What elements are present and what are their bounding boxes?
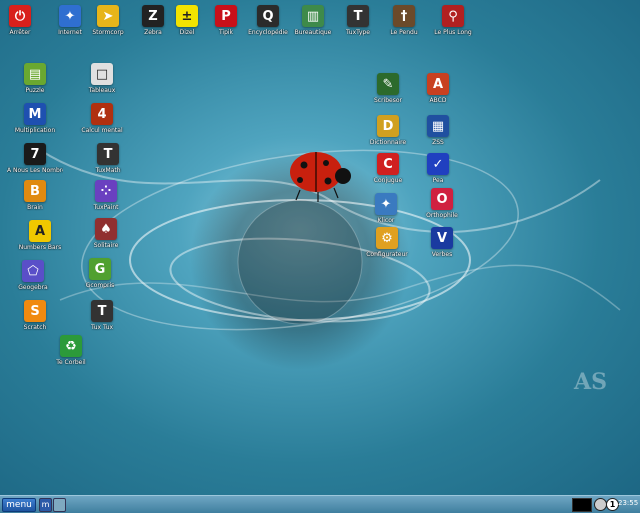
desktop-icon-calcul-mental[interactable]: 4 Calcul mental (74, 103, 130, 134)
desktop-icon-klicor[interactable]: ✦ Klicor (358, 193, 414, 224)
icon-label: Calcul mental (81, 127, 123, 134)
desktop-icon-solitaire[interactable]: ♠ Solitaire (78, 218, 134, 249)
icon-label: ABCD (429, 97, 447, 104)
watermark-logo: AS (574, 369, 607, 395)
geogebra-icon: ⬠ (22, 260, 44, 282)
icon-label: Le Pendu (390, 29, 418, 36)
desktop-icon-pea[interactable]: ✓ Pea (410, 153, 466, 184)
icon-label: Scratch (23, 324, 47, 331)
menu-button[interactable]: menu (2, 498, 36, 512)
show-desktop-button[interactable] (53, 498, 66, 512)
m-icon: M (24, 103, 46, 125)
penguin-icon: T (347, 5, 369, 27)
desktop-icon-arr-ter[interactable]: ⏻ Arrêter (0, 5, 48, 36)
key-icon: ⚲ (442, 5, 464, 27)
desktop-icon-le-pendu[interactable]: † Le Pendu (376, 5, 432, 36)
desktop-icon-dictionnaire[interactable]: D Dictionnaire (360, 115, 416, 146)
fish-icon: ➤ (97, 5, 119, 27)
recycle-icon: ♻ (60, 335, 82, 357)
numbers-icon: 7 (24, 143, 46, 165)
hangman-icon: † (393, 5, 415, 27)
desktop-icon-orthophile[interactable]: O Orthophile (414, 188, 470, 219)
puzzle-icon: ▤ (24, 63, 46, 85)
desktop-icon-tableaux[interactable]: □ Tableaux (74, 63, 130, 94)
penguin-math-icon: T (97, 143, 119, 165)
icon-label: TuxMath (95, 167, 121, 174)
icon-label: Multiplication (14, 127, 56, 134)
cat-icon: S (24, 300, 46, 322)
desktop-icon-gcompris[interactable]: G Gcompris (72, 258, 128, 289)
taskbar: menu m 1 23:55 (0, 495, 640, 513)
desktop-icon-geogebra[interactable]: ⬠ Geogebra (5, 260, 61, 291)
icon-label: Dictionnaire (369, 139, 407, 146)
desktop-icon-le-plus-long[interactable]: ⚲ Le Plus Long (425, 5, 481, 36)
icon-label: Te Corbeil (56, 359, 86, 366)
icon-label: Orthophile (426, 212, 458, 219)
desktop-icon-tuxmath[interactable]: T TuxMath (80, 143, 136, 174)
config-icon: ⚙ (376, 227, 398, 249)
icon-label: Pea (432, 177, 444, 184)
desktop-icon-abcd[interactable]: A ABCD (410, 73, 466, 104)
icon-label: Tableaux (88, 87, 116, 94)
icon-label: Verbes (431, 251, 453, 258)
p-icon: P (215, 5, 237, 27)
icon-label: A Nous Les Nombres (7, 167, 63, 174)
desktop-icon-te-corbeil[interactable]: ♻ Te Corbeil (43, 335, 99, 366)
icon-label: ZSS (432, 139, 444, 146)
icon-label: Tux Tux (90, 324, 114, 331)
icon-label: Brain (27, 204, 43, 211)
gcompris-icon: G (89, 258, 111, 280)
desktop-icon-numbers-bars[interactable]: A Numbers Bars (12, 220, 68, 251)
board-icon: ✎ (377, 73, 399, 95)
desktop-icon-brain[interactable]: B Brain (7, 180, 63, 211)
conjugate-icon: C (377, 153, 399, 175)
desktop-icon-scratch[interactable]: S Scratch (7, 300, 63, 331)
power-icon: ⏻ (9, 5, 31, 27)
calc-icon: 4 (91, 103, 113, 125)
icon-label: Klicor (377, 217, 395, 224)
icon-label: Arrêter (9, 29, 31, 36)
dots-icon: ⁘ (95, 180, 117, 202)
dictionary-icon: D (377, 115, 399, 137)
icon-label: Configurateur (366, 251, 408, 258)
desktop-icon-multiplication[interactable]: M Multiplication (7, 103, 63, 134)
icon-label: Scribesor (373, 97, 402, 104)
books-icon: ▥ (302, 5, 324, 27)
encyclopedia-icon: Q (257, 5, 279, 27)
desktop-icon-scribesor[interactable]: ✎ Scribesor (360, 73, 416, 104)
desktop-icon-configurateur[interactable]: ⚙ Configurateur (359, 227, 415, 258)
desktop-icon-tux-tux[interactable]: T Tux Tux (74, 300, 130, 331)
lamp-icon: ✦ (375, 193, 397, 215)
task-button[interactable]: m (39, 498, 52, 512)
bars-icon: A (29, 220, 51, 242)
icon-label: TuxPaint (93, 204, 119, 211)
icon-label: Le Plus Long (434, 29, 472, 36)
grid-icon: ▦ (427, 115, 449, 137)
icon-label: Solitaire (93, 242, 119, 249)
desktop-icon-conjugue[interactable]: C Conjugue (360, 153, 416, 184)
icon-label: Conjugue (373, 177, 403, 184)
icon-label: Puzzle (25, 87, 45, 94)
icon-label: Gcompris (85, 282, 115, 289)
tiles-icon: □ (91, 63, 113, 85)
desktop-icon-zss[interactable]: ▦ ZSS (410, 115, 466, 146)
pencil-icon: ✓ (427, 153, 449, 175)
desktop-icon-a-nous-les-nombres[interactable]: 7 A Nous Les Nombres (7, 143, 63, 174)
desktop-icon-tuxpaint[interactable]: ⁘ TuxPaint (78, 180, 134, 211)
desktop: AS ⏻ Arrêter ✦ Internet ➤ Stormcorp Z Zebra ± Diz… (0, 0, 640, 495)
globe-icon: ✦ (59, 5, 81, 27)
desktop-icon-puzzle[interactable]: ▤ Puzzle (7, 63, 63, 94)
cards-icon: ♠ (95, 218, 117, 240)
terminal-tray-icon[interactable] (572, 498, 592, 512)
clock: 23:55 (618, 499, 639, 507)
v-icon: V (431, 227, 453, 249)
desktop-icon-verbes[interactable]: V Verbes (414, 227, 470, 258)
tux-icon: T (91, 300, 113, 322)
icon-label: Numbers Bars (18, 244, 62, 251)
icon-label: Geogebra (18, 284, 48, 291)
ortho-icon: O (431, 188, 453, 210)
math-icon: ± (176, 5, 198, 27)
brain-icon: B (24, 180, 46, 202)
abcd-icon: A (427, 73, 449, 95)
